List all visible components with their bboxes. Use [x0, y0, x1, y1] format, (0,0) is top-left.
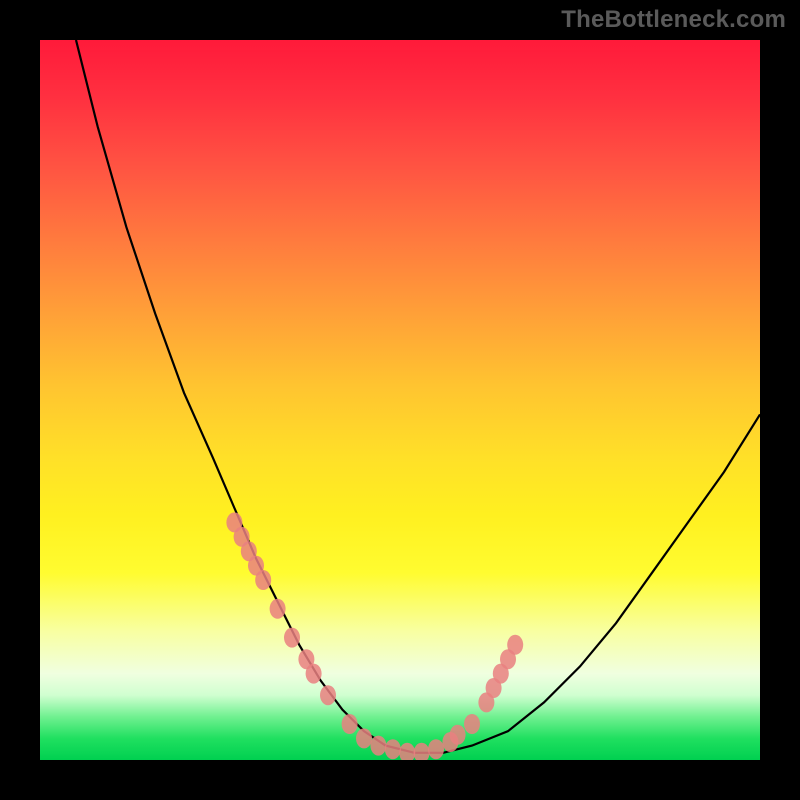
data-marker: [450, 725, 466, 745]
watermark-text: TheBottleneck.com: [561, 6, 786, 34]
data-marker: [356, 728, 372, 748]
data-marker: [399, 743, 415, 760]
data-marker: [320, 685, 336, 705]
data-marker: [464, 714, 480, 734]
data-marker: [270, 599, 286, 619]
data-marker: [306, 664, 322, 684]
chart-frame: TheBottleneck.com: [0, 0, 800, 800]
chart-svg: [40, 40, 760, 760]
data-marker: [507, 635, 523, 655]
data-marker: [385, 739, 401, 759]
data-marker: [284, 628, 300, 648]
plot-area: [40, 40, 760, 760]
data-marker: [414, 743, 430, 760]
data-marker-group: [226, 512, 523, 760]
data-marker: [370, 736, 386, 756]
data-marker: [255, 570, 271, 590]
bottleneck-curve-line: [76, 40, 760, 753]
data-marker: [428, 739, 444, 759]
data-marker: [342, 714, 358, 734]
